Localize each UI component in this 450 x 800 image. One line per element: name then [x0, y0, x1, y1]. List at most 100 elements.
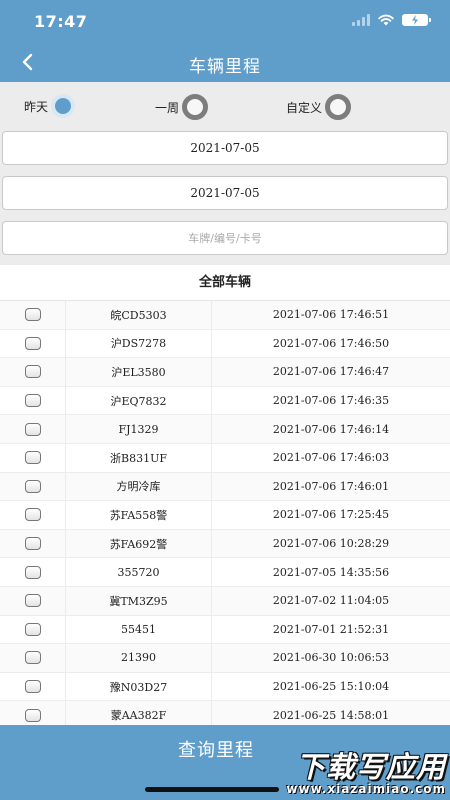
row-checkbox-cell	[0, 358, 66, 386]
vehicle-plate: 21390	[66, 644, 212, 672]
period-option-yesterday[interactable]: 昨天	[24, 94, 76, 118]
vehicle-time: 2021-07-02 11:04:05	[272, 594, 390, 608]
vehicle-time: 2021-07-06 17:46:51	[272, 308, 390, 322]
row-checkbox-cell	[0, 472, 66, 501]
vehicle-time: 2021-07-01 21:52:31	[272, 622, 390, 636]
row-checkbox[interactable]	[24, 365, 41, 379]
vehicle-plate: 豫N03D27	[66, 672, 212, 701]
row-checkbox[interactable]	[24, 394, 41, 408]
list-title: 全部车辆	[0, 265, 450, 301]
table-row[interactable]: 55451 2021-07-01 21:52:31	[0, 615, 450, 645]
table-row[interactable]: 21390 2021-06-30 10:06:53	[0, 644, 450, 673]
vehicle-plate: 苏FA692警	[66, 529, 212, 558]
vehicle-plate: 沪EQ7832	[66, 386, 212, 415]
row-checkbox-cell	[0, 301, 66, 329]
table-row[interactable]: FJ1329 2021-07-06 17:46:14	[0, 415, 450, 444]
row-checkbox[interactable]	[24, 308, 41, 322]
vehicle-time: 2021-06-25 14:58:01	[272, 708, 390, 722]
vehicle-time: 2021-07-06 17:46:01	[272, 479, 390, 493]
row-checkbox[interactable]	[24, 537, 41, 551]
table-row[interactable]: 皖CD5303 2021-07-06 17:46:51	[0, 301, 450, 330]
nav-bar: 车辆里程	[0, 44, 450, 82]
table-row[interactable]: 沪EL3580 2021-07-06 17:46:47	[0, 358, 450, 387]
vehicle-rows: 皖CD5303 2021-07-06 17:46:51 沪DS7278 2021-07…	[0, 301, 450, 725]
end-date-field[interactable]: 2021-07-05	[2, 176, 448, 210]
table-row[interactable]: 沪EQ7832 2021-07-06 17:46:35	[0, 386, 450, 416]
row-checkbox-cell	[0, 329, 66, 358]
row-checkbox[interactable]	[24, 680, 41, 694]
row-checkbox[interactable]	[24, 508, 41, 522]
vehicle-time: 2021-07-06 17:46:35	[272, 394, 390, 408]
header: 17:47 车辆里程	[0, 0, 450, 82]
vehicle-time: 2021-07-06 17:46:50	[272, 336, 390, 350]
table-row[interactable]: 沪DS7278 2021-07-06 17:46:50	[0, 329, 450, 359]
vehicle-plate: 55451	[66, 615, 212, 644]
vehicle-list: 全部车辆 皖CD5303 2021-07-06 17:46:51 沪DS7278 20…	[0, 265, 450, 725]
home-indicator	[145, 787, 279, 792]
table-row[interactable]: 冀TM3Z95 2021-07-02 11:04:05	[0, 586, 450, 616]
vehicle-plate: 皖CD5303	[66, 301, 212, 329]
vehicle-time: 2021-06-30 10:06:53	[272, 651, 390, 665]
vehicle-plate: FJ1329	[66, 415, 212, 443]
status-time: 17:47	[34, 12, 88, 31]
row-checkbox-cell	[0, 701, 66, 725]
period-label: 自定义	[286, 100, 323, 115]
table-row[interactable]: 苏FA692警 2021-07-06 10:28:29	[0, 529, 450, 559]
table-row[interactable]: 苏FA558警 2021-07-06 17:25:45	[0, 501, 450, 530]
table-row[interactable]: 浙B831UF 2021-07-06 17:46:03	[0, 443, 450, 473]
row-checkbox[interactable]	[24, 651, 41, 665]
row-checkbox[interactable]	[24, 479, 41, 493]
vehicle-time: 2021-07-06 17:46:03	[272, 451, 390, 465]
page-title: 车辆里程	[189, 57, 261, 77]
period-label: 昨天	[24, 99, 49, 114]
vehicle-plate: 沪DS7278	[66, 329, 212, 358]
status-bar: 17:47	[0, 0, 450, 44]
row-checkbox[interactable]	[24, 594, 41, 608]
period-label: 一周	[155, 100, 180, 115]
vehicle-plate: 冀TM3Z95	[66, 586, 212, 615]
battery-charging-icon	[402, 14, 431, 26]
wifi-icon	[378, 14, 394, 26]
vehicle-time: 2021-07-06 17:46:14	[272, 422, 390, 436]
vehicle-plate: 沪EL3580	[66, 358, 212, 386]
watermark: 下载写应用 www.xiazaimiao.com	[270, 738, 450, 798]
vehicle-plate: 蒙AA382F	[66, 701, 212, 725]
row-checkbox-cell	[0, 558, 66, 586]
period-option-week[interactable]: 一周	[155, 94, 209, 120]
table-row[interactable]: 蒙AA382F 2021-06-25 14:58:01	[0, 701, 450, 725]
row-checkbox-cell	[0, 672, 66, 701]
search-input[interactable]: 车牌/编号/卡号	[2, 221, 448, 255]
vehicle-plate: 355720	[66, 558, 212, 586]
row-checkbox[interactable]	[24, 622, 41, 636]
row-checkbox[interactable]	[24, 336, 41, 350]
watermark-url: www.xiazaimiao.com	[286, 782, 446, 796]
start-date-field[interactable]: 2021-07-05	[2, 131, 448, 165]
vehicle-time: 2021-07-05 14:35:56	[272, 565, 390, 579]
vehicle-plate: 浙B831UF	[66, 443, 212, 472]
vehicle-time: 2021-07-06 10:28:29	[272, 537, 390, 551]
row-checkbox-cell	[0, 644, 66, 672]
row-checkbox-cell	[0, 615, 66, 644]
table-row[interactable]: 方明冷库 2021-07-06 17:46:01	[0, 472, 450, 502]
period-selector: 昨天 一周 自定义	[0, 82, 450, 130]
status-icons	[352, 14, 431, 26]
vehicle-plate: 方明冷库	[66, 472, 212, 501]
row-checkbox-cell	[0, 501, 66, 529]
row-checkbox-cell	[0, 586, 66, 615]
vehicle-time: 2021-06-25 15:10:04	[272, 680, 390, 694]
table-row[interactable]: 豫N03D27 2021-06-25 15:10:04	[0, 672, 450, 702]
watermark-title: 下载写应用	[295, 750, 446, 784]
vehicle-time: 2021-07-06 17:46:47	[272, 365, 390, 379]
row-checkbox-cell	[0, 529, 66, 558]
radio-selected-icon[interactable]	[51, 94, 76, 118]
row-checkbox[interactable]	[24, 565, 41, 579]
row-checkbox[interactable]	[24, 422, 41, 436]
row-checkbox[interactable]	[24, 451, 41, 465]
table-row[interactable]: 355720 2021-07-05 14:35:56	[0, 558, 450, 587]
row-checkbox[interactable]	[24, 708, 41, 722]
period-option-custom[interactable]: 自定义	[286, 94, 352, 120]
vehicle-plate: 苏FA558警	[66, 501, 212, 529]
radio-unselected-icon[interactable]	[325, 94, 352, 120]
radio-unselected-icon[interactable]	[182, 94, 209, 120]
row-checkbox-cell	[0, 443, 66, 472]
